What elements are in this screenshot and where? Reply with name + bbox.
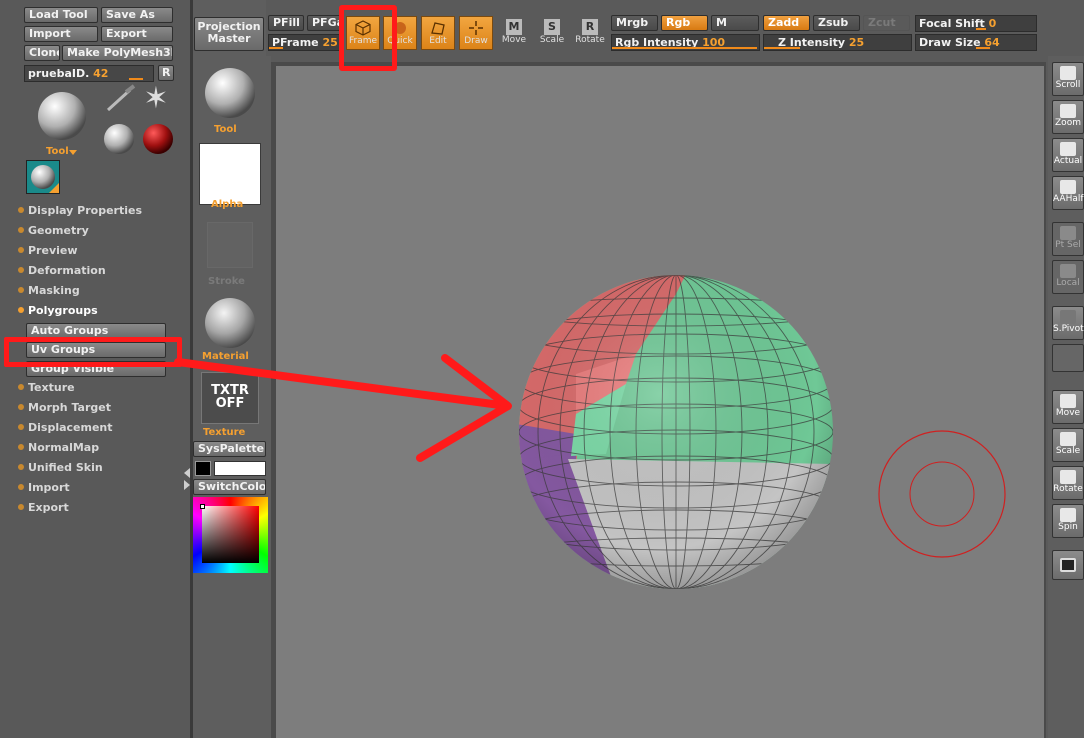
draw-size-slider[interactable]: Draw Size 64 [915,34,1037,51]
z-intensity-slider[interactable]: Z Intensity 25 [763,34,912,51]
menu-morph-target[interactable]: Morph Target [18,400,111,416]
camera-icon [1060,558,1076,572]
move-view-button[interactable]: Move [1052,390,1084,424]
red-sphere-tool-icon[interactable] [141,122,175,156]
pt-sel-grid-icon [1060,226,1076,240]
menu-geometry[interactable]: Geometry [18,223,89,239]
move-button[interactable]: M Move [497,16,531,50]
scale-magnifier-icon [1060,432,1076,446]
subtool-thumbnail[interactable] [26,160,60,194]
make-polymesh-button[interactable]: Make PolyMesh3D [62,45,173,61]
zcut-button[interactable]: Zcut [863,15,910,31]
zoom-button[interactable]: Zoom [1052,100,1084,134]
move-icon: M [506,19,522,35]
import-button[interactable]: Import [24,26,98,42]
actual-size-icon [1060,142,1076,156]
alpha-swatch[interactable] [199,143,261,205]
m-button[interactable]: M [711,15,759,31]
r-button[interactable]: R [158,65,174,81]
save-as-button[interactable]: Save As [101,7,173,23]
menu-display-properties[interactable]: Display Properties [18,203,142,219]
spin-icon [1060,508,1076,522]
color-picker[interactable] [193,497,268,573]
rotate-lock-icon [1060,470,1076,484]
menu-texture[interactable]: Texture [18,380,75,396]
scale-icon: S [544,19,560,35]
menu-masking[interactable]: Masking [18,283,80,299]
zadd-button[interactable]: Zadd [763,15,810,31]
switchcolor-button[interactable]: SwitchColor [193,479,266,495]
tool-count: 42 [93,67,109,80]
collapse-left-arrow-icon[interactable] [184,468,190,478]
aahalf-icon [1060,180,1076,194]
color-cursor [200,504,205,509]
polygroup-sphere-mesh[interactable] [516,274,836,590]
local-symmetry-icon [1060,264,1076,278]
draw-crosshair-icon [469,21,483,35]
projection-master-button[interactable]: Projection Master [194,17,264,51]
uv-groups-highlight-annotation [4,337,182,367]
tool-dropdown-arrow-icon[interactable] [69,150,77,155]
menu-unified-skin[interactable]: Unified Skin [18,460,103,476]
rotate-button[interactable]: R Rotate [573,16,607,50]
rgb-intensity-slider[interactable]: Rgb Intensity 100 [611,34,760,51]
move-hand-icon [1060,394,1076,408]
tool-name: pruebaID. [28,67,90,80]
mrgb-button[interactable]: Mrgb [611,15,658,31]
annotation-arrow-icon [174,354,512,462]
edit-button[interactable]: Edit [421,16,455,50]
draw-button[interactable]: Draw [459,16,493,50]
alpha-label[interactable]: Alpha [211,199,243,210]
star-tool-icon[interactable]: ✶ [140,84,172,114]
rgb-button[interactable]: Rgb [661,15,708,31]
spin-button[interactable]: Spin [1052,504,1084,538]
menu-normalmap[interactable]: NormalMap [18,440,99,456]
pt-sel-button[interactable]: Pt Sel [1052,222,1084,256]
expand-left-arrow-icon[interactable] [184,480,190,490]
brush-icon[interactable] [104,84,138,114]
menu-displacement[interactable]: Displacement [18,420,113,436]
export-button[interactable]: Export [101,26,173,42]
pframe-slider[interactable]: PFrame 25 [268,34,343,51]
clone-button[interactable]: Clone [24,45,60,61]
scale-view-button[interactable]: Scale [1052,428,1084,462]
pfill-button[interactable]: PFill [268,15,304,31]
tool-label[interactable]: Tool [46,146,69,157]
actual-button[interactable]: Actual [1052,138,1084,172]
rotate-icon: R [582,19,598,35]
s-pivot-icon [1060,310,1076,324]
pfg-button[interactable]: PFGa [307,15,343,31]
shelf-tool-label[interactable]: Tool [214,124,237,135]
focal-shift-slider[interactable]: Focal Shift 0 [915,15,1037,32]
stroke-label[interactable]: Stroke [208,276,245,287]
tool-sphere-icon[interactable] [203,66,257,120]
zsub-button[interactable]: Zsub [813,15,860,31]
menu-deformation[interactable]: Deformation [18,263,106,279]
frame-highlight-annotation [339,5,397,71]
edit-icon [431,22,445,35]
s-pivot-button[interactable]: S.Pivot [1052,306,1084,340]
local-button[interactable]: Local [1052,260,1084,294]
snapshot-button[interactable] [1052,550,1084,580]
stroke-swatch[interactable] [207,222,253,268]
menu-export[interactable]: Export [18,500,69,516]
brush-cursor-icon [878,430,1006,558]
rotate-view-button[interactable]: Rotate [1052,466,1084,500]
scroll-button[interactable]: Scroll [1052,62,1084,96]
blank-shelf-button [1052,344,1084,372]
material-sphere-icon[interactable] [203,296,257,350]
aahalf-button[interactable]: AAHalf [1052,176,1084,210]
load-tool-button[interactable]: Load Tool [24,7,98,23]
menu-import[interactable]: Import [18,480,70,496]
zoom-magnifier-icon [1060,104,1076,118]
menu-preview[interactable]: Preview [18,243,78,259]
menu-polygroups[interactable]: Polygroups [18,303,98,319]
small-sphere-tool-icon[interactable] [102,122,136,156]
scroll-hand-icon [1060,66,1076,80]
scale-button[interactable]: S Scale [535,16,569,50]
current-tool-sphere-icon[interactable] [36,90,88,142]
tool-name-field[interactable]: pruebaID. 42 [24,65,154,82]
